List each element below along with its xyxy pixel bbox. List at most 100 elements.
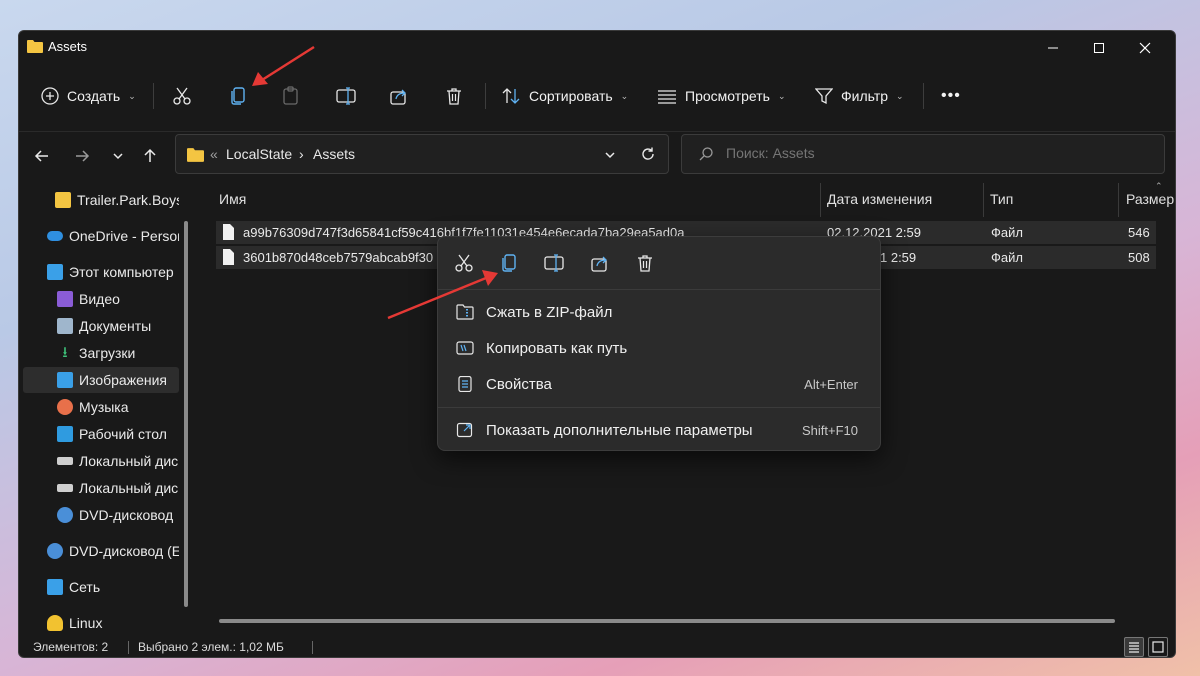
up-button[interactable] xyxy=(135,141,165,171)
trash-icon xyxy=(638,255,652,272)
column-divider[interactable] xyxy=(983,183,984,217)
menu-item-label: Сжать в ZIP-файл xyxy=(486,304,613,321)
context-menu: Сжать в ZIP-файл Копировать как путь Сво… xyxy=(437,236,881,451)
sidebar-item-dvd-drive[interactable]: DVD-дисковод xyxy=(57,502,179,528)
view-button[interactable]: Просмотреть ⌄ xyxy=(657,79,786,113)
chevron-down-icon[interactable] xyxy=(604,149,616,161)
breadcrumb-overflow[interactable]: « xyxy=(210,146,218,162)
file-size: 546 xyxy=(1128,225,1150,240)
column-divider[interactable] xyxy=(820,183,821,217)
context-delete-button[interactable] xyxy=(627,247,663,279)
sidebar-item-pictures[interactable]: Изображения xyxy=(23,367,179,393)
sidebar-item-label: Локальный дис xyxy=(79,453,179,469)
close-icon xyxy=(1139,42,1151,54)
sidebar-item-label: Linux xyxy=(69,615,103,631)
menu-item-properties[interactable]: Свойства Alt+Enter xyxy=(442,367,876,401)
chevron-down-icon: ⌄ xyxy=(896,90,904,101)
back-button[interactable] xyxy=(27,141,57,171)
sidebar-item-desktop[interactable]: Рабочий стол xyxy=(57,421,179,447)
sidebar-item-onedrive[interactable]: OneDrive - Persor xyxy=(47,223,179,249)
breadcrumb-separator: › xyxy=(299,146,304,162)
menu-item-copy-as-path[interactable]: Копировать как путь xyxy=(442,331,876,365)
column-header-type[interactable]: Тип xyxy=(990,191,1013,207)
details-view-button[interactable] xyxy=(1124,637,1144,657)
drive-icon xyxy=(57,484,73,492)
computer-icon xyxy=(47,264,63,280)
context-share-button[interactable] xyxy=(582,247,618,279)
navigation-pane: Trailer.Park.Boys OneDrive - Persor Этот… xyxy=(19,181,191,631)
folder-icon xyxy=(187,148,204,162)
recent-locations-button[interactable] xyxy=(103,141,133,171)
menu-item-label: Копировать как путь xyxy=(486,340,628,357)
properties-icon xyxy=(458,376,472,392)
documents-icon xyxy=(57,318,73,334)
address-bar[interactable]: « LocalState › Assets xyxy=(175,134,669,174)
share-button[interactable] xyxy=(389,79,409,113)
sidebar-item-downloads[interactable]: ⭳ Загрузки xyxy=(57,340,179,366)
paste-button[interactable] xyxy=(281,79,301,113)
breadcrumb-localstate[interactable]: LocalState xyxy=(226,146,292,162)
sidebar-item-label: DVD-дисковод (E xyxy=(69,543,179,559)
context-cut-button[interactable] xyxy=(446,247,482,279)
maximize-icon xyxy=(1094,43,1104,53)
maximize-button[interactable] xyxy=(1076,31,1122,65)
menu-divider xyxy=(438,407,880,408)
arrow-up-icon xyxy=(144,148,156,162)
copy-icon xyxy=(231,87,245,105)
menu-item-compress-zip[interactable]: Сжать в ZIP-файл xyxy=(442,295,876,329)
sidebar-item-videos[interactable]: Видео xyxy=(57,286,179,312)
sidebar-item-label: Загрузки xyxy=(79,345,136,361)
search-box[interactable] xyxy=(681,134,1165,174)
status-divider xyxy=(128,641,129,654)
copy-button[interactable] xyxy=(228,79,248,113)
rename-button[interactable] xyxy=(335,79,357,113)
menu-item-show-more-options[interactable]: Показать дополнительные параметры Shift+… xyxy=(442,413,876,447)
toolbar-divider xyxy=(153,83,154,109)
copy-path-icon xyxy=(456,341,474,355)
column-header-date[interactable]: Дата изменения xyxy=(827,191,932,207)
sidebar-item-music[interactable]: Музыка xyxy=(57,394,179,420)
close-button[interactable] xyxy=(1122,31,1168,65)
minimize-button[interactable] xyxy=(1030,31,1076,65)
forward-button[interactable] xyxy=(67,141,97,171)
search-input[interactable] xyxy=(726,145,1146,161)
sidebar-item-this-pc[interactable]: Этот компьютер xyxy=(47,259,179,285)
delete-button[interactable] xyxy=(444,79,464,113)
new-label: Создать xyxy=(67,88,121,104)
sidebar-item-dvd-drive-e[interactable]: DVD-дисковод (E xyxy=(47,538,179,564)
network-icon xyxy=(47,579,63,595)
new-button[interactable]: Создать ⌄ xyxy=(41,79,136,113)
toolbar-divider xyxy=(923,83,924,109)
more-options-icon xyxy=(456,422,473,438)
breadcrumb-assets[interactable]: Assets xyxy=(313,146,355,162)
title-bar: Assets xyxy=(19,31,1175,65)
sidebar-item-trailer-park-boys[interactable]: Trailer.Park.Boys xyxy=(55,187,179,213)
sidebar-item-label: Видео xyxy=(79,291,120,307)
sidebar-item-local-disk-d[interactable]: Локальный дис xyxy=(57,475,179,501)
tiles-view-button[interactable] xyxy=(1148,637,1168,657)
context-copy-button[interactable] xyxy=(491,247,527,279)
horizontal-scrollbar[interactable] xyxy=(219,619,1115,623)
column-header-size[interactable]: Размер xyxy=(1126,191,1174,207)
scissors-icon xyxy=(455,254,473,272)
menu-item-shortcut: Shift+F10 xyxy=(801,423,858,438)
sidebar-item-network[interactable]: Сеть xyxy=(47,574,179,600)
sort-button[interactable]: Сортировать ⌄ xyxy=(501,79,628,113)
file-date: 1 2:59 xyxy=(880,250,917,265)
sidebar-scrollbar[interactable] xyxy=(184,221,188,607)
cut-button[interactable] xyxy=(172,79,192,113)
column-header-name[interactable]: Имя xyxy=(219,191,246,207)
sidebar-item-label: Музыка xyxy=(79,399,129,415)
status-bar: Элементов: 2 Выбрано 2 элем.: 1,02 МБ xyxy=(19,635,1175,657)
context-rename-button[interactable] xyxy=(536,247,572,279)
column-divider[interactable] xyxy=(1118,183,1119,217)
menu-item-label: Свойства xyxy=(486,376,552,393)
file-type: Файл xyxy=(991,250,1023,265)
sidebar-item-local-disk-c[interactable]: Локальный дис xyxy=(57,448,179,474)
sidebar-item-documents[interactable]: Документы xyxy=(57,313,179,339)
sidebar-item-linux[interactable]: Linux xyxy=(47,610,179,636)
video-icon xyxy=(57,291,73,307)
more-options-button[interactable]: ••• xyxy=(941,79,961,113)
filter-button[interactable]: Фильтр ⌄ xyxy=(815,79,904,113)
refresh-icon[interactable] xyxy=(640,146,656,162)
